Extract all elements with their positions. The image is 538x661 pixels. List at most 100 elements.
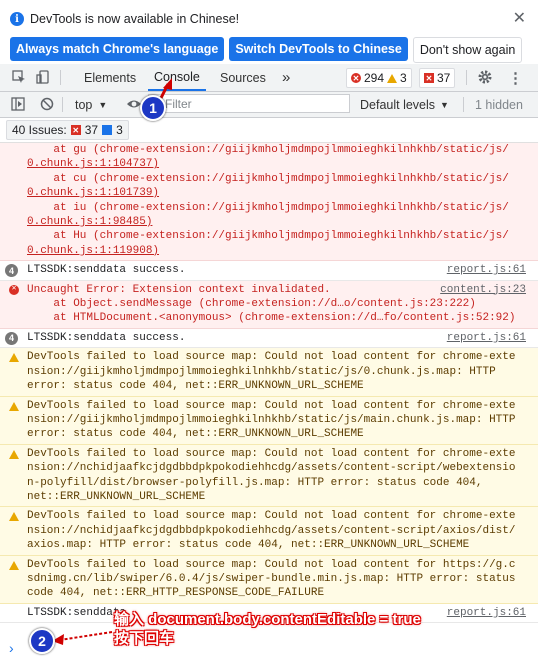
divider xyxy=(463,97,464,112)
tab-sources[interactable]: Sources xyxy=(220,64,266,91)
issue-error-icon: ✕ xyxy=(424,73,434,83)
error-stack-entry: at gu (chrome-extension://giijkmholjmdmp… xyxy=(0,143,538,262)
warning-entry: DevTools failed to load source map: Coul… xyxy=(0,348,538,397)
dont-show-again-button[interactable]: Don't show again xyxy=(412,37,523,63)
devtools-tabbar: Elements Console Sources » ✕ 294 3 ✕ 37 … xyxy=(0,64,538,92)
sidebar-toggle-icon[interactable] xyxy=(11,97,25,111)
warning-line: nsion://giijkmholjmdmpojlmmoieghkilnhkhb… xyxy=(27,365,496,378)
log-levels-label: Default levels xyxy=(360,97,436,112)
log-levels-dropdown[interactable]: Default levels ▼ xyxy=(360,92,449,117)
stack-line: at Hu (chrome-extension://giijkmholjmdmp… xyxy=(27,230,509,243)
issues-button[interactable]: 40 Issues: ✕ 37 3 xyxy=(6,120,129,140)
error-message: Uncaught Error: Extension context invali… xyxy=(27,283,331,296)
log-entry: 4 LTSSDK:senddata success. report.js:61 xyxy=(0,328,538,349)
warning-line: nsion://nchidjaafkcjdgdbbdpkpokodiehhcdg… xyxy=(27,462,516,475)
warning-line: nsion://giijkmholjmdmpojlmmoieghkilnhkhb… xyxy=(27,413,516,426)
tab-console[interactable]: Console xyxy=(148,64,206,91)
issues-counter[interactable]: ✕ 37 xyxy=(419,68,456,88)
divider xyxy=(466,70,467,85)
dropdown-arrow-icon: ▼ xyxy=(440,99,449,110)
source-link[interactable]: report.js:61 xyxy=(447,263,526,277)
warning-icon xyxy=(9,560,19,570)
language-infobar: i DevTools is now available in Chinese! … xyxy=(0,0,538,65)
settings-gear-icon[interactable] xyxy=(477,69,493,85)
error-icon: ✕ xyxy=(351,73,361,83)
instruction-line-1: 输入 document.body.contentEditable = true xyxy=(114,611,421,628)
stack-link[interactable]: 0.chunk.js:1:119908) xyxy=(27,244,516,258)
issues-bar: 40 Issues: ✕ 37 3 xyxy=(0,118,538,143)
issue-count: 37 xyxy=(437,71,451,85)
stack-line: at Object.sendMessage (chrome-extension:… xyxy=(27,298,476,311)
warning-line: DevTools failed to load source map: Coul… xyxy=(27,447,516,460)
warning-line: code 404, net::ERR_HTTP_RESPONSE_CODE_FA… xyxy=(27,587,325,600)
infobar-message: DevTools is now available in Chinese! xyxy=(30,12,240,26)
warning-line: DevTools failed to load source map: Coul… xyxy=(27,510,516,523)
repeat-count-badge: 4 xyxy=(5,331,18,345)
issues-message-count: 3 xyxy=(116,123,123,137)
source-link[interactable]: report.js:61 xyxy=(447,331,526,345)
infobar-message-row: i DevTools is now available in Chinese! xyxy=(10,12,239,26)
log-entry: 4 LTSSDK:senddata success. report.js:61 xyxy=(0,261,538,281)
warning-line: n-polyfill/dist/browser-polyfill.js.map:… xyxy=(27,476,483,489)
warning-line: DevTools failed to load source map: Coul… xyxy=(27,399,516,412)
warning-line: DevTools failed to load source map: Coul… xyxy=(27,558,516,571)
stack-line: at gu (chrome-extension://giijkmholjmdmp… xyxy=(27,144,509,156)
issues-error-count: 37 xyxy=(84,123,99,137)
tab-elements[interactable]: Elements xyxy=(84,64,136,91)
close-icon[interactable]: ✕ xyxy=(513,8,526,28)
stack-line: at HTMLDocument.<anonymous> (chrome-exte… xyxy=(27,312,516,325)
instruction-line-2: 按下回车 xyxy=(114,630,175,647)
repeat-count-badge: 4 xyxy=(5,264,18,278)
issue-message-icon xyxy=(102,125,113,135)
warning-line: error: status code 404, net::ERR_UNKNOWN… xyxy=(27,380,364,393)
warning-line: DevTools failed to load source map: Coul… xyxy=(27,351,516,364)
source-link[interactable]: content.js:23 xyxy=(440,283,526,297)
log-text: LTSSDK:senddata success. xyxy=(27,264,186,277)
more-tabs-icon[interactable]: » xyxy=(282,64,290,91)
error-count: 294 xyxy=(364,71,385,85)
issues-label: 40 Issues: xyxy=(12,123,67,137)
clear-console-icon[interactable] xyxy=(40,97,54,111)
warning-icon xyxy=(9,401,19,411)
warning-icon xyxy=(9,449,19,459)
error-icon: ✕ xyxy=(9,284,19,295)
hidden-count: 1 hidden xyxy=(475,97,523,112)
warning-icon xyxy=(9,512,19,522)
step-2-marker: 2 xyxy=(29,628,55,654)
log-text: LTSSDK:senddata xyxy=(27,606,127,619)
inspect-element-icon[interactable] xyxy=(12,70,26,84)
dropdown-arrow-icon: ▼ xyxy=(98,99,108,110)
console-prompt-icon[interactable]: › xyxy=(9,640,14,656)
stack-line: at iu (chrome-extension://giijkmholjmdmp… xyxy=(27,201,509,214)
console-toolbar: top ▼ Filter Default levels ▼ 1 hidden xyxy=(0,92,538,118)
warning-icon xyxy=(9,353,19,363)
warning-entry: DevTools failed to load source map: Coul… xyxy=(0,396,538,445)
filter-input[interactable]: Filter xyxy=(148,94,350,113)
stack-line: at cu (chrome-extension://giijkmholjmdmp… xyxy=(27,172,509,185)
stack-link[interactable]: 0.chunk.js:1:101739) xyxy=(27,186,516,200)
switch-to-chinese-button[interactable]: Switch DevTools to Chinese xyxy=(229,37,408,61)
divider xyxy=(62,97,63,112)
stack-link[interactable]: 0.chunk.js:1:98485) xyxy=(27,215,516,229)
divider xyxy=(60,70,61,85)
warning-count: 3 xyxy=(400,71,407,85)
log-text: LTSSDK:senddata success. xyxy=(27,331,186,344)
warning-line: sdnimg.cn/lib/swiper/6.0.4/js/swiper-bun… xyxy=(27,572,516,585)
stack-link[interactable]: 0.chunk.js:1:104737) xyxy=(27,157,516,171)
warning-line: axios.map: HTTP error: status code 404, … xyxy=(27,539,470,552)
warning-entry: DevTools failed to load source map: Coul… xyxy=(0,444,538,508)
issue-error-icon: ✕ xyxy=(70,125,81,135)
warning-line: nsion://nchidjaafkcjdgdbbdpkpokodiehhcdg… xyxy=(27,524,516,537)
more-options-icon[interactable]: ⋮ xyxy=(508,64,523,91)
match-language-button[interactable]: Always match Chrome's language xyxy=(10,37,225,61)
step-1-marker: 1 xyxy=(140,95,166,121)
device-toolbar-icon[interactable] xyxy=(36,70,50,84)
context-selector[interactable]: top ▼ xyxy=(75,92,107,117)
context-label: top xyxy=(75,97,93,112)
info-icon: i xyxy=(10,12,24,26)
warning-icon xyxy=(387,73,398,83)
error-warning-counter[interactable]: ✕ 294 3 xyxy=(346,68,412,88)
source-link[interactable]: report.js:61 xyxy=(447,606,526,620)
warning-entry: DevTools failed to load source map: Coul… xyxy=(0,555,538,604)
console-log[interactable]: at gu (chrome-extension://giijkmholjmdmp… xyxy=(0,143,538,661)
